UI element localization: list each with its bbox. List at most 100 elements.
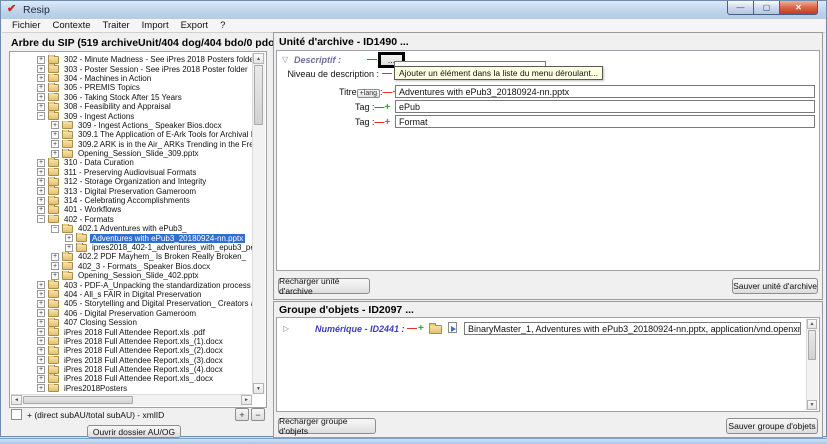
tag2-input[interactable]: Format	[395, 115, 815, 128]
expand-node-icon[interactable]: +	[51, 121, 59, 129]
reload-archive-unit-button[interactable]: Recharger unité d'archive	[278, 278, 370, 294]
tree-item[interactable]: +404 - All_s FAIR in Digital Preservatio…	[11, 290, 252, 299]
expand-node-icon[interactable]: +	[37, 187, 45, 195]
tree-item[interactable]: +iPres 2018 Full Attendee Report.xls_(3)…	[11, 356, 252, 365]
tree-item-label[interactable]: 405 - Storytelling and Digital Preservat…	[62, 299, 252, 308]
expand-node-icon[interactable]: +	[37, 309, 45, 317]
tree-item-label[interactable]: 309.1 The Application of E-Ark Tools for…	[76, 130, 252, 139]
windows-taskbar[interactable]	[0, 438, 827, 444]
expand-node-icon[interactable]: +	[37, 65, 45, 73]
tree-item-label[interactable]: iPres 2018 Full Attendee Report.xls_(4).…	[62, 365, 225, 374]
tree-horizontal-scrollbar[interactable]: ◄ ►	[11, 394, 252, 406]
expand-node-icon[interactable]: +	[37, 197, 45, 205]
expand-node-icon[interactable]: +	[37, 337, 45, 345]
expand-node-icon[interactable]: +	[37, 281, 45, 289]
expand-node-icon[interactable]: +	[51, 262, 59, 270]
tree-item[interactable]: + iPres2018Posters	[11, 384, 252, 393]
expand-node-icon[interactable]: +	[37, 319, 45, 327]
tree-item[interactable]: +310 - Data Curation	[11, 158, 252, 167]
tree-item-label[interactable]: 308 - Feasibility and Appraisal	[62, 102, 173, 111]
tree-item[interactable]: +401 - Workflows	[11, 205, 252, 214]
tree-item-label[interactable]: 309.2 ARK is in the Air_ ARKs Trending i…	[76, 140, 252, 149]
tree-item-label[interactable]: 407 Closing Session	[62, 318, 139, 327]
expand-node-icon[interactable]: +	[37, 159, 45, 167]
tree-item[interactable]: −402.1 Adventures with ePub3_	[11, 224, 252, 233]
open-file-folder-icon[interactable]	[429, 325, 442, 334]
expand-node-icon[interactable]: +	[51, 131, 59, 139]
tree-item[interactable]: +Adventures with ePub3_20180924-nn.pptx	[11, 233, 252, 242]
tree-item-label[interactable]: 302 - Minute Madness - See iPres 2018 Po…	[62, 55, 252, 64]
tree-item-label[interactable]: 402.2 PDF Mayhem_ Is Broken Really Broke…	[76, 252, 248, 261]
expand-node-icon[interactable]: +	[37, 300, 45, 308]
tree-item[interactable]: −402 - Formats	[11, 215, 252, 224]
tree-item-label[interactable]: Adventures with ePub3_20180924-nn.pptx	[90, 234, 245, 243]
tree-item-label[interactable]: 403 - PDF-A_Unpacking the standardizatio…	[62, 281, 252, 290]
tree-item-label[interactable]: iPres 2018 Full Attendee Report.xls .pdf	[62, 328, 207, 337]
tree-item[interactable]: + iPres 2018 Full Attendee Report.xls .pd…	[11, 327, 252, 336]
tree-item[interactable]: +302 - Minute Madness - See iPres 2018 P…	[11, 55, 252, 64]
tree-vertical-scrollbar[interactable]: ▲ ▼	[252, 53, 265, 394]
scroll-right-icon[interactable]: ►	[241, 395, 252, 405]
expand-node-icon[interactable]: +	[37, 328, 45, 336]
tree-item[interactable]: +403 - PDF-A_Unpacking the standardizati…	[11, 280, 252, 289]
collapse-node-icon[interactable]: −	[37, 215, 45, 223]
tree-item[interactable]: +309 - Ingest Actions_ Speaker Bios.docx	[11, 121, 252, 130]
remove-object-icon[interactable]: —	[407, 323, 417, 334]
og-scroll-down-icon[interactable]: ▼	[807, 400, 817, 410]
tree-item-label[interactable]: iPres 2018 Full Attendee Report.xls_(3).…	[62, 356, 225, 365]
og-scroll-thumb[interactable]	[808, 330, 816, 360]
save-object-group-button[interactable]: Sauver groupe d'objets	[726, 418, 818, 434]
expand-node-icon[interactable]: +	[37, 56, 45, 64]
scroll-left-icon[interactable]: ◄	[11, 395, 22, 405]
tree-item-label[interactable]: 309 - Ingest Actions_ Speaker Bios.docx	[76, 121, 224, 130]
tree-item[interactable]: +308 - Feasibility and Appraisal	[11, 102, 252, 111]
tree-item-label[interactable]: iPres 2018 Full Attendee Report.xls_.doc…	[62, 374, 215, 383]
expand-node-icon[interactable]: +	[37, 384, 45, 392]
og-scroll-up-icon[interactable]: ▲	[807, 319, 817, 329]
menu-export[interactable]: Export	[175, 19, 214, 32]
tree-item-label[interactable]: ipres2018_402-1_adventures_with_epub3_pe…	[90, 243, 252, 252]
add-tag2-icon[interactable]: +	[385, 117, 391, 128]
tree-item-label[interactable]: 313 - Digital Preservation Gameroom	[62, 187, 198, 196]
tree-item-label[interactable]: 314 - Celebrating Accomplishments	[62, 196, 192, 205]
tree-hscroll-thumb[interactable]	[23, 396, 133, 404]
maximize-button[interactable]: ▢	[754, 1, 780, 15]
tree-item[interactable]: + iPres 2018 Full Attendee Report.xls_(1)…	[11, 337, 252, 346]
tree-item[interactable]: +402.2 PDF Mayhem_ Is Broken Really Brok…	[11, 252, 252, 261]
tree-item-label[interactable]: 312 - Storage Organization and Integrity	[62, 177, 208, 186]
tree-item-label[interactable]: 406 - Digital Preservation Gameroom	[62, 309, 198, 318]
tree-item[interactable]: +309.2 ARK is in the Air_ ARKs Trending …	[11, 140, 252, 149]
tree-item-label[interactable]: 404 - All_s FAIR in Digital Preservation	[62, 290, 203, 299]
remove-descriptif-icon[interactable]: —	[367, 54, 377, 65]
expand-node-icon[interactable]: +	[37, 347, 45, 355]
tree-item[interactable]: + ipres2018_402-1_adventures_with_epub3_p…	[11, 243, 252, 252]
expand-node-icon[interactable]: +	[51, 272, 59, 280]
remove-tag2-icon[interactable]: —	[375, 117, 385, 128]
tree-item[interactable]: +iPres 2018 Full Attendee Report.xls_(2)…	[11, 346, 252, 355]
chevron-down-icon[interactable]: ▽	[282, 55, 288, 64]
expand-node-icon[interactable]: +	[65, 244, 73, 252]
remove-tag1-icon[interactable]: —	[375, 102, 385, 113]
remove-titre-icon[interactable]: —	[383, 87, 393, 98]
menu-?[interactable]: ?	[214, 19, 231, 32]
expand-node-icon[interactable]: +	[37, 93, 45, 101]
tree-item[interactable]: + iPres 2018 Full Attendee Report.xls_.do…	[11, 374, 252, 383]
expand-node-icon[interactable]: +	[51, 253, 59, 261]
expand-node-icon[interactable]: +	[51, 140, 59, 148]
save-archive-unit-button[interactable]: Sauver unité d'archive	[732, 278, 818, 294]
expand-node-icon[interactable]: +	[37, 375, 45, 383]
tree-item[interactable]: +407 Closing Session	[11, 318, 252, 327]
tree-item-label[interactable]: iPres2018Posters	[62, 384, 129, 393]
title-bar[interactable]: Resip	[1, 1, 826, 19]
tree-item[interactable]: +306 - Taking Stock After 15 Years	[11, 93, 252, 102]
tree-item[interactable]: +314 - Celebrating Accomplishments	[11, 196, 252, 205]
minimize-button[interactable]: —	[727, 1, 754, 15]
add-tag1-icon[interactable]: +	[385, 102, 391, 113]
tree-item-label[interactable]: iPres 2018 Full Attendee Report.xls_(1).…	[62, 337, 225, 346]
collapse-node-icon[interactable]: −	[37, 112, 45, 120]
tree-item-label[interactable]: 304 - Machines in Action	[62, 74, 153, 83]
tree-item-label[interactable]: 306 - Taking Stock After 15 Years	[62, 93, 184, 102]
tree-item-label[interactable]: 311 - Preserving Audiovisual Formats	[62, 168, 198, 177]
export-file-icon[interactable]	[447, 322, 459, 334]
expand-node-icon[interactable]: +	[37, 290, 45, 298]
